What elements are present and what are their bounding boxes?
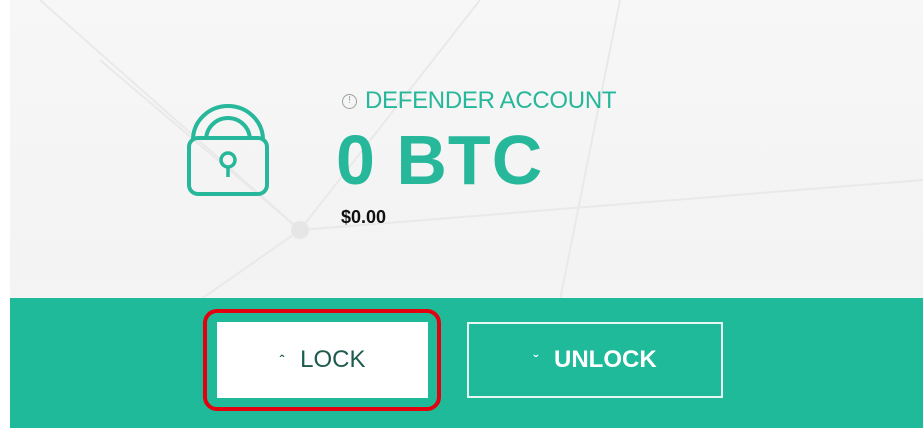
double-chevron-down-icon: ˇ: [533, 352, 538, 368]
padlock-icon: [183, 95, 273, 205]
usd-balance: $0.00: [341, 207, 387, 227]
defender-account-panel: ! DEFENDER ACCOUNT 0 BTC $0.00 ˆ LOCK ˇ …: [0, 0, 923, 428]
account-label-text: DEFENDER ACCOUNT: [365, 87, 617, 114]
unlock-button-label: UNLOCK: [554, 346, 657, 373]
lock-button-label: LOCK: [300, 346, 366, 373]
left-edge: [0, 0, 10, 428]
lock-button[interactable]: ˆ LOCK: [217, 322, 428, 398]
btc-balance: 0 BTC: [336, 121, 544, 199]
unlock-button[interactable]: ˇ UNLOCK: [467, 322, 723, 398]
double-chevron-up-icon: ˆ: [279, 352, 285, 368]
info-icon[interactable]: !: [342, 93, 357, 109]
account-title: ! DEFENDER ACCOUNT: [342, 86, 617, 116]
